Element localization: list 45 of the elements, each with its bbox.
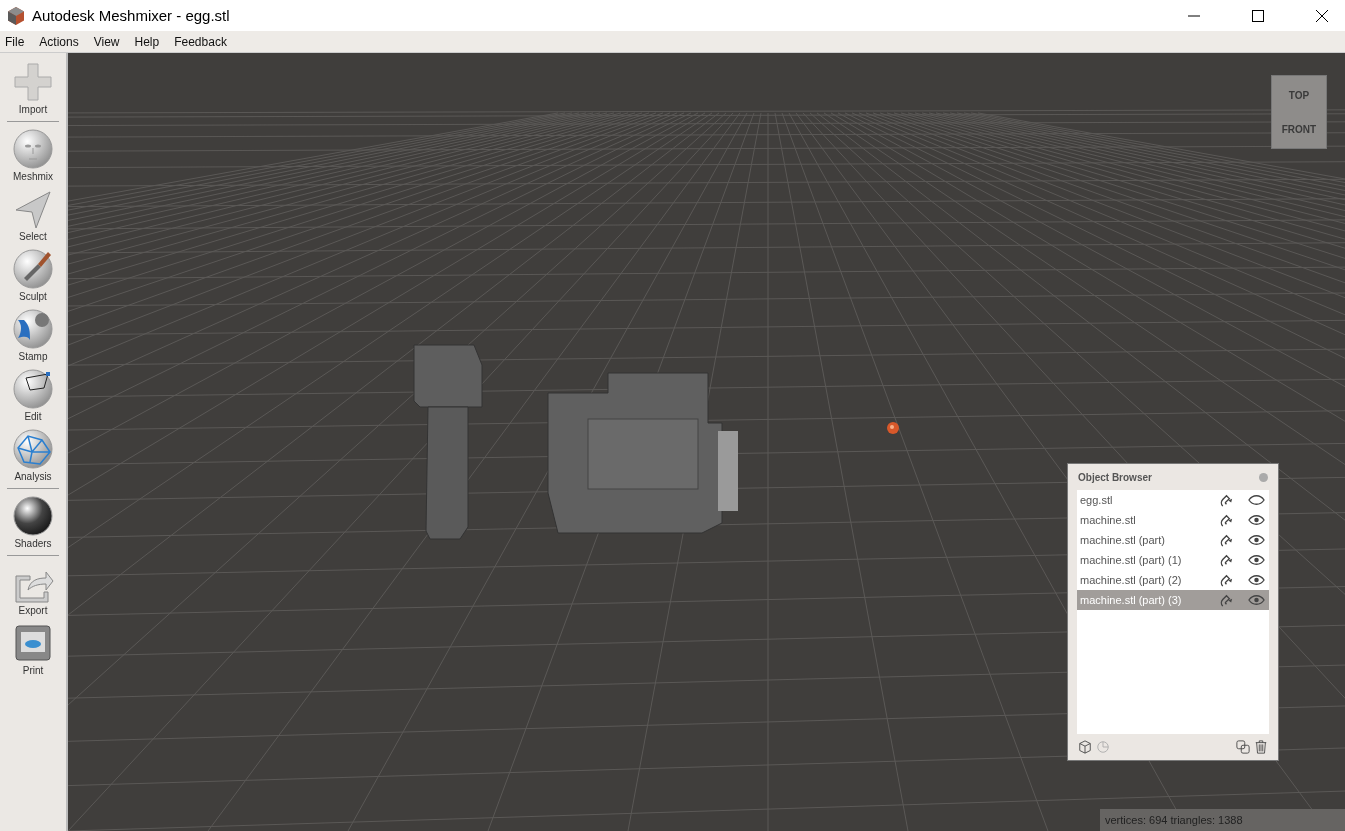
object-name: machine.stl (part) (1) <box>1080 554 1183 566</box>
eye-closed-icon[interactable] <box>1248 494 1265 506</box>
trash-icon[interactable] <box>1254 740 1268 754</box>
cube-icon[interactable] <box>1078 740 1092 754</box>
object-list-item[interactable]: egg.stl <box>1077 490 1269 510</box>
tool-label: Meshmix <box>13 171 53 182</box>
eye-icon[interactable] <box>1248 574 1265 586</box>
menu-item[interactable]: File <box>5 34 25 49</box>
tool-label: Import <box>18 104 48 115</box>
eye-icon[interactable] <box>1248 554 1265 566</box>
pivot-marker-icon[interactable] <box>886 421 900 435</box>
tool-label: Stamp <box>18 351 48 362</box>
eye-icon[interactable] <box>1248 514 1265 526</box>
object-name: machine.stl <box>1080 514 1137 526</box>
menu-item[interactable]: View <box>93 34 120 49</box>
object-list-item[interactable]: machine.stl (part) (2) <box>1077 570 1269 590</box>
menu-item[interactable]: Actions <box>39 34 79 49</box>
eye-icon[interactable] <box>1248 534 1265 546</box>
object-list-item[interactable]: machine.stl (part) <box>1077 530 1269 550</box>
cube-face-label[interactable]: TOP <box>1288 89 1310 101</box>
mesh-stats: vertices: 694 triangles: 1388 <box>1105 814 1243 826</box>
menu-item[interactable]: Help <box>134 34 160 49</box>
3d-viewport[interactable]: TOP FRONT Object Browser egg.stl machine.stl machine.stl (part) machine.stl (part) (1) machine.stl (part) (2) machine.stl (part) (3) vertices: 694 triangles: 1388 <box>68 53 1345 831</box>
panel-title: Object Browser <box>1078 471 1152 483</box>
sphere-icon[interactable] <box>12 368 54 410</box>
tool-label: Export <box>18 605 48 616</box>
tool-label: Analysis <box>14 471 52 482</box>
duplicate-icon[interactable] <box>1236 740 1250 754</box>
tool-label: Shaders <box>14 538 52 549</box>
object-name: machine.stl (part) <box>1080 534 1166 546</box>
sphere-icon[interactable] <box>12 495 54 537</box>
tool-label: Sculpt <box>19 291 47 302</box>
window-title: Autodesk Meshmixer - egg.stl <box>32 7 230 24</box>
tool-label: Print <box>22 665 44 676</box>
menu-item[interactable]: Feedback <box>174 34 227 49</box>
printer-icon[interactable] <box>12 622 54 664</box>
app-logo-icon <box>6 5 26 26</box>
tool-label: Select <box>19 231 47 242</box>
tool-label: Edit <box>24 411 42 422</box>
view-cube[interactable]: TOP FRONT <box>1271 75 1327 149</box>
object-list-item[interactable]: machine.stl (part) (1) <box>1077 550 1269 570</box>
object-name: machine.stl (part) (2) <box>1080 574 1183 586</box>
object-list-item[interactable]: machine.stl <box>1077 510 1269 530</box>
object-name: machine.stl (part) (3) <box>1080 594 1183 606</box>
object-name: egg.stl <box>1080 494 1114 506</box>
